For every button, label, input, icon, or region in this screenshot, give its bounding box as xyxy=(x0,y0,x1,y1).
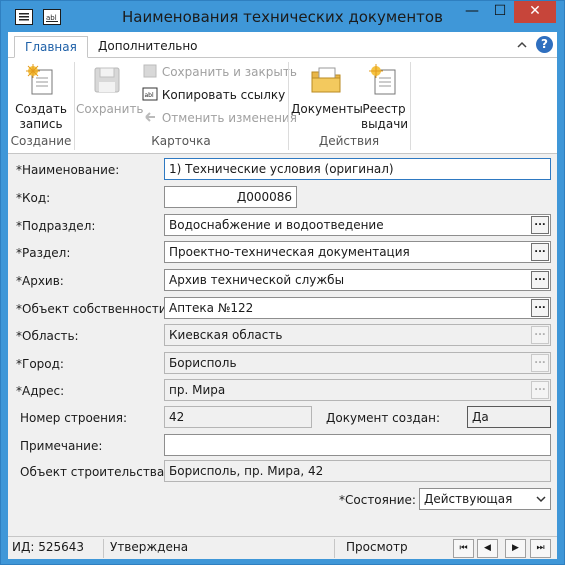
save-and-close-button[interactable]: Сохранить и закрыть xyxy=(142,62,297,82)
property-lookup-button[interactable]: ... xyxy=(531,299,549,317)
registry-icon xyxy=(369,64,396,95)
building-no-field: 42 xyxy=(164,406,312,428)
next-record-button[interactable]: ▶ xyxy=(505,539,526,558)
code-field[interactable]: Д000086 xyxy=(164,186,297,208)
address-field: пр. Мира ... xyxy=(164,379,551,401)
chevron-down-icon[interactable] xyxy=(536,495,546,503)
archive-label: *Архив: xyxy=(16,274,64,288)
city-label: *Город: xyxy=(16,357,64,371)
region-label: *Область: xyxy=(16,329,79,343)
maximize-button[interactable]: ☐ xyxy=(486,1,514,23)
subsection-value: Водоснабжение и водоотведение xyxy=(169,218,384,232)
tab-home[interactable]: Главная xyxy=(14,36,88,58)
svg-text:abl: abl xyxy=(145,92,154,99)
archive-field[interactable]: Архив технической службы ... xyxy=(164,269,551,291)
cancel-changes-label: Отменить изменения xyxy=(161,111,297,125)
status-bar: ИД: 525643 Утверждена Просмотр ⏮ ◀ ▶ ⏭ xyxy=(8,536,557,559)
note-label: Примечание: xyxy=(20,439,103,453)
name-field[interactable]: 1) Технические условия (оригинал) xyxy=(164,158,551,180)
ribbon-tab-strip: Главная Дополнительно ? xyxy=(8,32,557,58)
create-record-label: Создать запись xyxy=(15,102,67,131)
window-client-area: Главная Дополнительно ? Создать запись С… xyxy=(8,32,557,559)
view-mode: Просмотр xyxy=(346,540,408,554)
region-lookup-button: ... xyxy=(531,326,549,344)
section-lookup-button[interactable]: ... xyxy=(531,243,549,261)
address-value: пр. Мира xyxy=(169,383,226,397)
group-title-actions: Действия xyxy=(318,134,380,148)
tab-additional[interactable]: Дополнительно xyxy=(88,36,208,58)
doc-created-field[interactable]: Да xyxy=(467,406,551,428)
first-record-button[interactable]: ⏮ xyxy=(453,539,474,558)
note-field[interactable] xyxy=(164,434,551,456)
close-button[interactable]: ✕ xyxy=(514,1,556,23)
name-label: *Наименование: xyxy=(16,163,120,177)
status-divider xyxy=(103,539,104,558)
floppy-disk-icon xyxy=(94,67,120,93)
copy-link-button[interactable]: abl Копировать ссылку xyxy=(142,85,285,105)
city-field: Борисполь ... xyxy=(164,352,551,374)
group-divider xyxy=(410,62,411,150)
application-window: abl Наименования технических документов … xyxy=(0,0,565,565)
cancel-changes-button[interactable]: Отменить изменения xyxy=(142,108,297,128)
city-lookup-button: ... xyxy=(531,354,549,372)
archive-lookup-button[interactable]: ... xyxy=(531,271,549,289)
ribbon: Создать запись Создание Сохранить Сохран… xyxy=(8,58,557,154)
save-and-close-label: Сохранить и закрыть xyxy=(161,65,297,79)
minimize-button[interactable]: — xyxy=(458,1,486,23)
new-document-icon xyxy=(26,64,53,95)
city-value: Борисполь xyxy=(169,356,237,370)
create-record-button[interactable]: Создать запись xyxy=(12,64,70,132)
documents-label: Документы xyxy=(291,102,363,116)
documents-button[interactable]: Документы xyxy=(291,64,363,117)
doc-created-label: Документ создан: xyxy=(326,411,441,425)
status-divider xyxy=(334,539,335,558)
section-label: *Раздел: xyxy=(16,246,71,260)
address-lookup-button: ... xyxy=(531,381,549,399)
property-field[interactable]: Аптека №122 ... xyxy=(164,297,551,319)
archive-value: Архив технической службы xyxy=(169,273,345,287)
undo-icon xyxy=(145,112,155,122)
group-title-card: Карточка xyxy=(151,134,211,148)
save-label: Сохранить xyxy=(76,102,144,116)
subsection-field[interactable]: Водоснабжение и водоотведение ... xyxy=(164,214,551,236)
last-record-button[interactable]: ⏭ xyxy=(530,539,551,558)
property-label: *Объект собственности: xyxy=(16,302,171,316)
code-label: *Код: xyxy=(16,191,51,205)
save-button[interactable]: Сохранить xyxy=(76,64,144,117)
copy-link-label: Копировать ссылку xyxy=(161,88,286,102)
subsection-label: *Подраздел: xyxy=(16,219,96,233)
help-icon[interactable]: ? xyxy=(536,36,553,53)
region-field: Киевская область ... xyxy=(164,324,551,346)
registry-button[interactable]: Реестр выдачи xyxy=(361,64,409,132)
state-select[interactable]: Действующая xyxy=(419,488,551,510)
address-label: *Адрес: xyxy=(16,384,65,398)
subsection-lookup-button[interactable]: ... xyxy=(531,216,549,234)
state-value: Действующая xyxy=(424,492,513,506)
region-value: Киевская область xyxy=(169,328,283,342)
group-title-create: Создание xyxy=(10,134,72,148)
record-status: Утверждена xyxy=(110,540,189,554)
construction-object-label: Объект строительства: xyxy=(20,465,169,479)
section-field[interactable]: Проектно-техническая документация ... xyxy=(164,241,551,263)
registry-label: Реестр выдачи xyxy=(361,102,409,131)
title-bar: abl Наименования технических документов … xyxy=(1,1,564,33)
construction-object-field: Борисполь, пр. Мира, 42 xyxy=(164,460,551,482)
copy-link-icon: abl xyxy=(142,87,158,101)
prev-record-button[interactable]: ◀ xyxy=(477,539,498,558)
section-value: Проектно-техническая документация xyxy=(169,245,410,259)
building-no-label: Номер строения: xyxy=(20,411,128,425)
property-value: Аптека №122 xyxy=(169,301,254,315)
chevron-up-icon[interactable] xyxy=(515,38,529,52)
save-close-icon xyxy=(143,64,157,78)
record-id: ИД: 525643 xyxy=(12,540,85,554)
folder-documents-icon xyxy=(311,67,341,93)
state-label: *Состояние: xyxy=(339,493,416,507)
